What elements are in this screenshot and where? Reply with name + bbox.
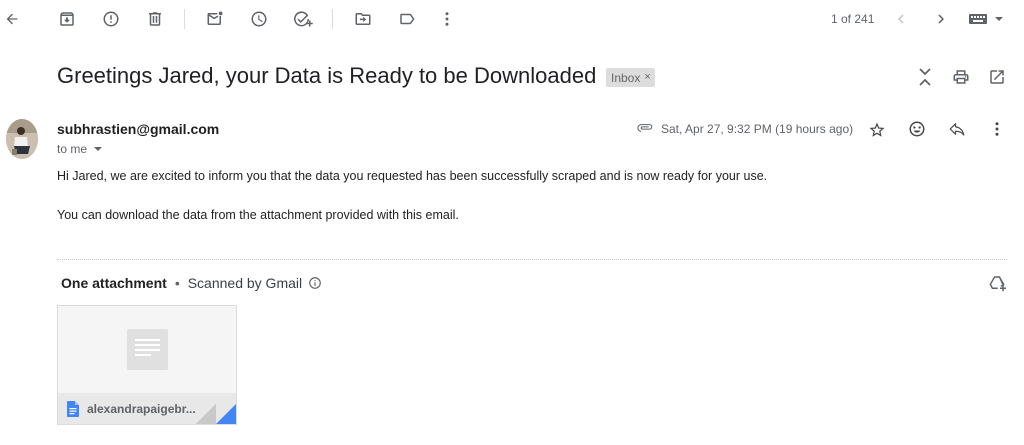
recipient-details-toggle[interactable]: to me [57,142,103,156]
add-reaction-button[interactable] [907,119,927,139]
collapse-all-button[interactable] [915,66,935,88]
separator-dot: • [174,275,180,291]
label-icon [400,13,415,25]
back-button[interactable] [2,9,22,29]
older-button[interactable] [931,9,951,29]
add-all-to-drive-button[interactable] [987,273,1007,293]
google-docs-icon [67,401,79,417]
avatar-photo-icon [6,119,38,159]
avatar[interactable] [6,119,38,159]
info-icon[interactable] [308,276,322,290]
toolbar-separator [184,9,185,29]
reply-icon [949,123,965,136]
reply-button[interactable] [947,119,967,139]
more-options-button[interactable] [437,9,457,29]
chevron-right-icon [938,14,944,24]
open-new-window-button[interactable] [987,67,1007,87]
label-chip-text: Inbox [611,70,641,85]
inbox-label-chip[interactable]: Inbox × [606,68,655,87]
pagination-count: 1 of 241 [831,12,875,26]
document-preview-icon [127,329,168,370]
report-spam-icon [103,11,119,27]
labels-button[interactable] [397,9,417,29]
delete-icon [149,12,161,26]
toolbar-separator [332,9,333,29]
recipient-label: to me [57,142,88,156]
sender-email[interactable]: subhrastien@gmail.com [57,121,219,137]
chevron-left-icon [898,14,904,24]
more-vert-icon [995,122,999,136]
email-body-paragraph: You can download the data from the attac… [57,208,459,222]
attachment-indicator [635,120,655,136]
snooze-button[interactable] [249,9,269,29]
open-in-new-icon [990,70,1004,84]
arrow-back-icon [6,13,18,25]
mark-unread-button[interactable] [205,9,225,29]
attachments-count: One attachment [61,275,167,291]
newer-button[interactable] [891,9,911,29]
message-more-button[interactable] [987,119,1007,139]
caret-down-icon [995,17,1003,21]
input-tools-button[interactable] [966,11,1006,27]
unfold-less-icon [919,68,931,86]
paperclip-icon [637,124,653,132]
add-to-drive-icon [989,276,1006,292]
archive-icon [60,12,74,26]
attachment-card[interactable]: alexandrapaigebr... [57,305,237,425]
snooze-icon [251,11,267,27]
more-vert-icon [445,12,449,26]
email-subject: Greetings Jared, your Data is Ready to b… [57,63,597,88]
mark-unread-icon [207,11,223,25]
print-icon [953,70,969,84]
star-outline-icon [869,122,885,137]
move-to-button[interactable] [353,9,373,29]
emoji-icon [909,121,925,137]
attachment-divider [57,259,1007,260]
attachment-corner-badge [216,404,236,424]
add-to-tasks-button[interactable] [293,9,313,29]
scanned-by-gmail-label: Scanned by Gmail [187,275,303,291]
add-task-icon [294,11,313,27]
attachment-corner-fold [196,404,216,424]
move-to-icon [355,13,371,25]
email-body-paragraph: Hi Jared, we are excited to inform you t… [57,169,768,183]
print-all-button[interactable] [951,67,971,87]
email-date: Sat, Apr 27, 9:32 PM (19 hours ago) [661,122,854,136]
attachments-header: One attachment • Scanned by Gmail [61,275,322,291]
remove-label-button[interactable]: × [644,72,650,83]
delete-button[interactable] [145,9,165,29]
star-button[interactable] [867,120,887,140]
archive-button[interactable] [57,9,77,29]
attachment-filename: alexandrapaigebr... [87,402,196,416]
caret-down-icon [94,147,103,151]
report-spam-button[interactable] [101,9,121,29]
keyboard-icon [969,14,987,24]
